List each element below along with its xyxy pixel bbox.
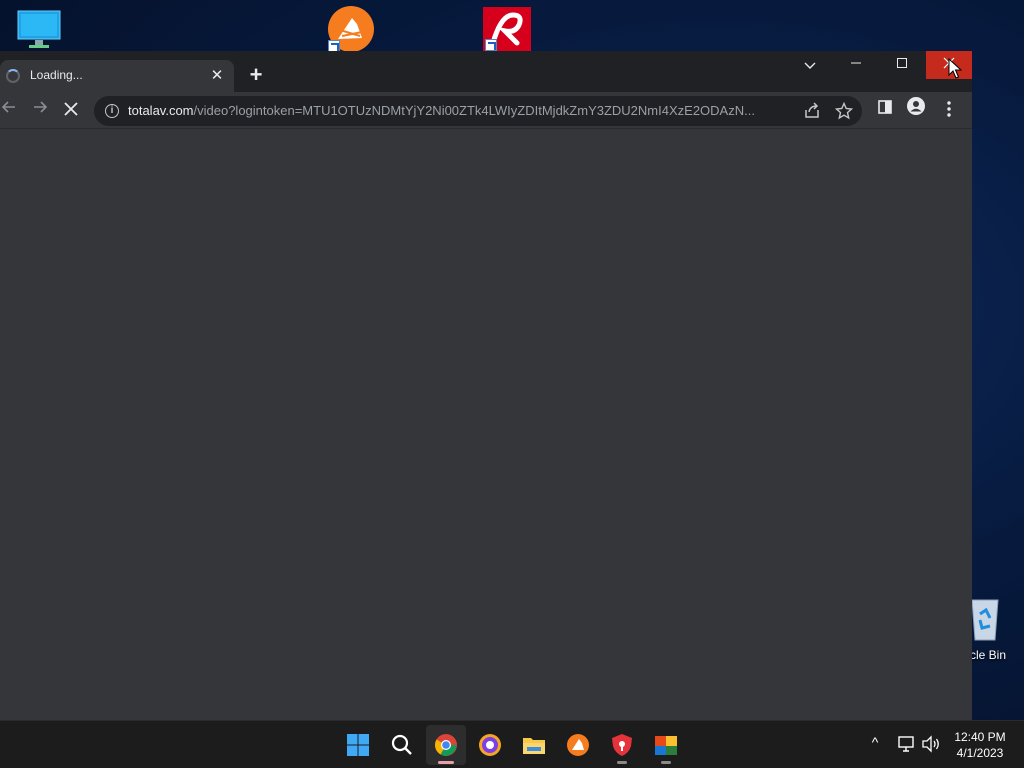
arrow-right-icon xyxy=(34,101,48,113)
tab-loading[interactable]: Loading... ✕ xyxy=(0,60,234,92)
address-bar[interactable]: i totalav.com/video?logintoken=MTU1OTUzN… xyxy=(94,96,862,126)
search-icon xyxy=(391,734,412,755)
running-indicator xyxy=(438,761,454,764)
arrow-left-icon xyxy=(1,101,15,113)
title-bar[interactable]: Loading... ✕ + xyxy=(0,51,972,92)
taskbar-file-explorer[interactable] xyxy=(514,725,554,765)
shield-icon xyxy=(612,734,632,756)
avast-icon xyxy=(567,734,589,756)
chrome-window: Loading... ✕ + i totalav.com/video?login… xyxy=(0,51,972,720)
recycle-bin-label: cle Bin xyxy=(970,648,1007,662)
taskbar-avg[interactable] xyxy=(646,725,686,765)
bookmark-star-icon[interactable] xyxy=(834,99,854,121)
info-icon[interactable]: i xyxy=(105,104,119,118)
url-text[interactable]: totalav.com/video?logintoken=MTU1OTUzNDM… xyxy=(128,103,794,118)
monitor-icon xyxy=(17,10,61,48)
tray-chevron-icon[interactable]: ^ xyxy=(866,734,884,754)
kebab-menu-icon xyxy=(947,101,951,117)
avg-icon xyxy=(655,736,677,755)
url-path: /video?logintoken=MTU1OTUzNDMtYjY2Ni00ZT… xyxy=(193,103,755,118)
recycle-bin-desktop-icon[interactable]: cle Bin xyxy=(966,596,1024,666)
taskbar-avast[interactable] xyxy=(558,725,598,765)
clock-date: 4/1/2023 xyxy=(956,746,1004,760)
share-icon[interactable] xyxy=(802,101,822,121)
chrome-menu-button[interactable] xyxy=(935,97,963,125)
minimize-button[interactable] xyxy=(833,51,879,79)
running-indicator xyxy=(617,761,627,764)
avast-desktop-icon[interactable] xyxy=(326,6,376,52)
url-host: totalav.com xyxy=(128,103,194,118)
running-indicator xyxy=(661,761,671,764)
tab-search-button[interactable] xyxy=(787,52,833,80)
clock-time: 12:40 PM xyxy=(954,730,1006,744)
page-content[interactable] xyxy=(0,130,972,720)
profile-button[interactable] xyxy=(902,97,930,125)
network-icon[interactable] xyxy=(897,735,915,758)
maximize-icon xyxy=(897,58,907,68)
tab-close-button[interactable]: ✕ xyxy=(208,67,226,85)
avira-desktop-icon[interactable] xyxy=(483,7,531,51)
avast-browser-icon xyxy=(479,734,501,756)
taskbar-totalav[interactable] xyxy=(602,725,642,765)
new-tab-button[interactable]: + xyxy=(244,64,268,88)
minimize-icon xyxy=(851,62,861,64)
stop-icon xyxy=(64,102,78,116)
browser-toolbar: i totalav.com/video?logintoken=MTU1OTUzN… xyxy=(0,92,972,129)
chrome-icon xyxy=(435,734,457,756)
taskbar-avast-browser[interactable] xyxy=(470,725,510,765)
loading-spinner-icon xyxy=(6,69,20,83)
chevron-down-icon xyxy=(804,62,816,69)
taskbar-chrome[interactable] xyxy=(426,725,466,765)
stop-loading-button[interactable] xyxy=(57,97,85,125)
taskbar: ^ 12:40 PM 4/1/2023 xyxy=(0,720,1024,768)
start-button[interactable] xyxy=(338,725,378,765)
system-clock[interactable]: 12:40 PM 4/1/2023 xyxy=(948,729,1012,761)
taskbar-search-button[interactable] xyxy=(382,725,422,765)
volume-icon[interactable] xyxy=(921,735,941,758)
side-panel-button[interactable] xyxy=(871,97,899,125)
this-pc-desktop-icon[interactable] xyxy=(17,10,61,50)
recycle-bin-icon xyxy=(971,599,999,641)
maximize-button[interactable] xyxy=(879,51,925,79)
back-button[interactable] xyxy=(0,97,23,125)
tab-title: Loading... xyxy=(30,68,83,82)
forward-button[interactable] xyxy=(26,97,54,125)
windows-start-icon xyxy=(347,734,369,756)
side-panel-icon xyxy=(878,100,892,114)
shortcut-arrow-icon xyxy=(485,39,497,51)
folder-icon xyxy=(523,738,545,754)
mouse-cursor-icon xyxy=(948,58,962,79)
profile-icon xyxy=(907,97,925,115)
